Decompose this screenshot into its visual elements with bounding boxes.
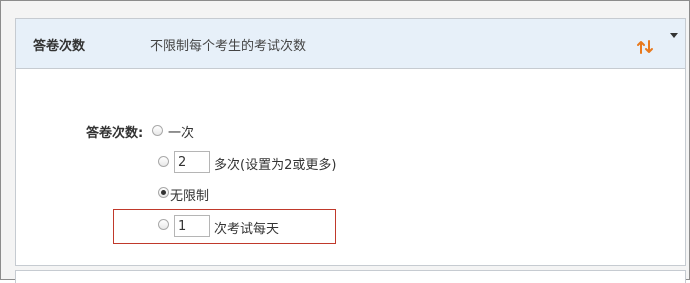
caret-down-icon[interactable] <box>670 33 678 38</box>
option-per-day-label: 次考试每天 <box>214 222 280 237</box>
panel-header[interactable]: 答卷次数 不限制每个考生的考试次数 <box>16 19 685 69</box>
panel-title: 答卷次数 <box>33 39 86 54</box>
next-panel-edge <box>15 270 686 283</box>
attempts-field-label: 答卷次数: <box>86 126 144 141</box>
per-day-count-input[interactable] <box>174 215 210 237</box>
option-once-label: 一次 <box>168 126 195 141</box>
radio-unlimited[interactable] <box>158 187 169 198</box>
option-multiple-label: 多次(设置为2或更多) <box>214 158 337 173</box>
attempts-panel: 答卷次数 不限制每个考生的考试次数 答卷次数: 一次 多次(设置为2或更多) 无… <box>15 18 686 266</box>
panel-summary: 不限制每个考生的考试次数 <box>150 39 307 54</box>
window-frame: 答卷次数 不限制每个考生的考试次数 答卷次数: 一次 多次(设置为2或更多) 无… <box>0 0 690 283</box>
swap-vertical-icon[interactable] <box>636 39 654 55</box>
radio-once[interactable] <box>152 125 163 136</box>
radio-multiple[interactable] <box>158 156 169 167</box>
multiple-count-input[interactable] <box>174 151 210 173</box>
radio-per-day[interactable] <box>158 219 169 230</box>
option-unlimited-label: 无限制 <box>170 189 210 204</box>
